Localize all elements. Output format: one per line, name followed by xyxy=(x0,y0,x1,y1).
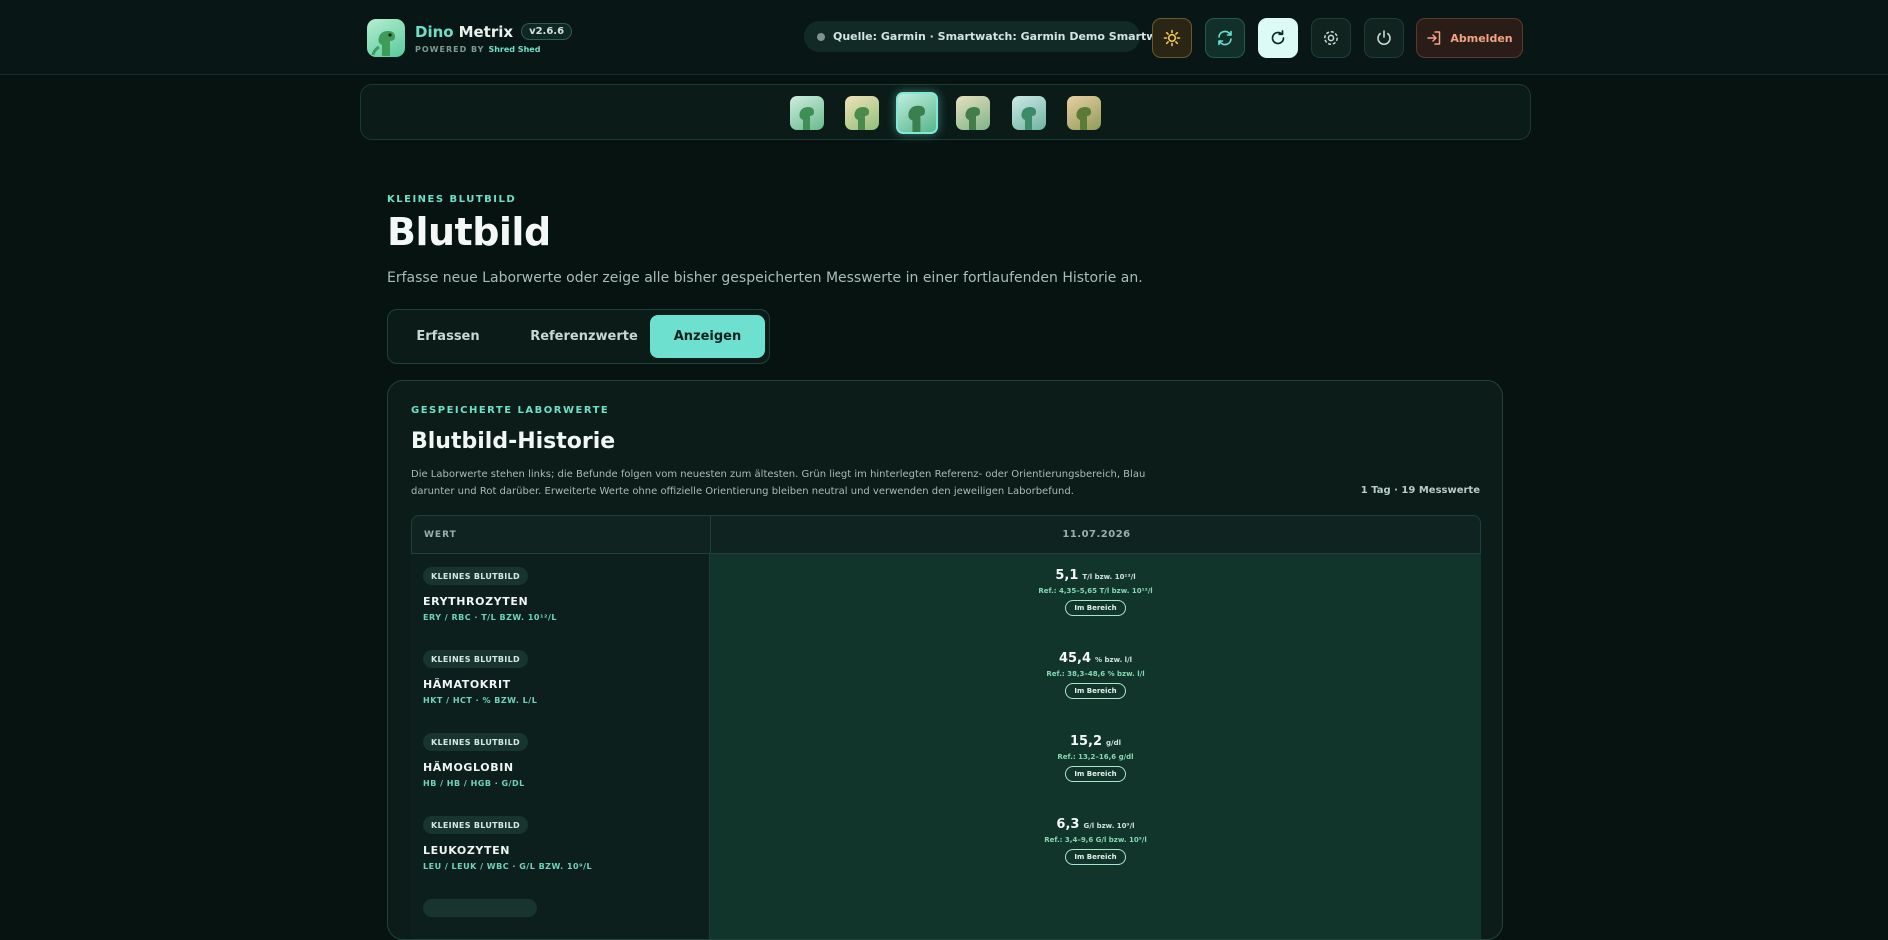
measurement-value: 15,2 xyxy=(1069,734,1103,749)
theme-toggle-button[interactable] xyxy=(1152,18,1192,58)
reference-range: Ref.: 4,35–5,65 T/l bzw. 10¹²/l xyxy=(1038,587,1153,595)
measurement-value: 5,1 xyxy=(1055,568,1079,583)
data-source-indicator: Quelle: Garmin · Smartwatch: Garmin Demo… xyxy=(804,21,1183,52)
page-title: Blutbild xyxy=(387,210,551,254)
tab-anzeigen[interactable]: Anzeigen xyxy=(650,315,765,358)
measurement-cell[interactable] xyxy=(709,886,1481,939)
reference-range: Ref.: 38,3–48,6 % bzw. l/l xyxy=(1046,670,1145,678)
tab-erfassen[interactable]: Erfassen xyxy=(408,315,488,358)
table-row[interactable] xyxy=(411,886,1481,939)
status-badge: Im Bereich xyxy=(1065,683,1126,699)
power-icon xyxy=(1377,30,1391,45)
version-badge: v2.6.6 xyxy=(521,23,573,40)
lab-value-name: ERYTHROZYTEN xyxy=(423,595,529,608)
logout-label: Abmelden xyxy=(1450,31,1513,45)
brand[interactable]: Dino Metrix v2.6.6 POWERED BY Shred Shed xyxy=(367,19,573,57)
dino-avatar-1-icon[interactable] xyxy=(790,96,824,130)
measurement-cell[interactable]: 5,1 T/l bzw. 10¹²/l Ref.: 4,35–5,65 T/l … xyxy=(709,554,1481,637)
column-header-date: 11.07.2026 xyxy=(710,516,1482,553)
sync-button[interactable] xyxy=(1205,18,1245,58)
dino-avatar-2-icon[interactable] xyxy=(845,96,879,130)
lab-value-name: LEUKOZYTEN xyxy=(423,844,511,857)
category-badge: KLEINES BLUTBILD xyxy=(423,567,528,585)
reload-icon xyxy=(1271,30,1285,45)
avatar-selector xyxy=(360,84,1531,140)
brand-name-dino: Dino xyxy=(415,22,454,41)
logout-button[interactable]: Abmelden xyxy=(1416,18,1523,58)
category-badge: KLEINES BLUTBILD xyxy=(423,816,528,834)
measurement-cell[interactable]: 45,4 % bzw. l/l Ref.: 38,3–48,6 % bzw. l… xyxy=(709,637,1481,720)
table-row[interactable]: KLEINES BLUTBILD HÄMOGLOBIN HB / HB / HG… xyxy=(411,720,1481,803)
table-header: WERT 11.07.2026 xyxy=(411,515,1481,554)
status-badge: Im Bereich xyxy=(1065,766,1126,782)
lab-value-name: HÄMATOKRIT xyxy=(423,678,511,691)
category-badge: KLEINES BLUTBILD xyxy=(423,733,528,751)
brand-name-metrix: Metrix xyxy=(458,22,514,41)
status-dot-icon xyxy=(817,32,825,41)
history-title: Blutbild-Historie xyxy=(411,429,616,454)
settings-button[interactable] xyxy=(1311,18,1351,58)
sync-icon xyxy=(1218,30,1232,46)
measurement-unit: G/l bzw. 10⁹/l xyxy=(1083,822,1135,830)
history-eyebrow: GESPEICHERTE LABORWERTE xyxy=(411,405,610,416)
reference-range: Ref.: 3,4–9,6 G/l bzw. 10⁹/l xyxy=(1044,836,1147,844)
sun-icon xyxy=(1163,29,1181,47)
powered-by-name: Shred Shed xyxy=(488,44,541,54)
table-row[interactable]: KLEINES BLUTBILD ERYTHROZYTEN ERY / RBC … xyxy=(411,554,1481,637)
history-count: 1 Tag · 19 Messwerte xyxy=(1360,485,1480,496)
history-card: GESPEICHERTE LABORWERTE Blutbild-Histori… xyxy=(387,380,1503,940)
measurement-value: 45,4 xyxy=(1058,651,1092,666)
dino-avatar-5-icon[interactable] xyxy=(1012,96,1046,130)
category-badge: KLEINES BLUTBILD xyxy=(423,650,528,668)
dino-avatar-4-icon[interactable] xyxy=(956,96,990,130)
measurement-unit: g/dl xyxy=(1106,739,1122,747)
lab-value-codes: LEU / LEUK / WBC · G/L BZW. 10⁹/L xyxy=(423,862,593,871)
measurement-unit: T/l bzw. 10¹²/l xyxy=(1082,573,1136,581)
reference-range: Ref.: 13,2–16,6 g/dl xyxy=(1057,753,1134,761)
data-source-text: Quelle: Garmin · Smartwatch: Garmin Demo… xyxy=(833,30,1184,43)
page-subtitle: Erfasse neue Laborwerte oder zeige alle … xyxy=(387,270,1143,286)
category-badge xyxy=(423,899,537,917)
lab-value-codes: HB / HB / HGB · G/DL xyxy=(423,779,525,788)
top-bar: Dino Metrix v2.6.6 POWERED BY Shred Shed … xyxy=(0,0,1888,75)
dino-avatar-3-icon[interactable] xyxy=(896,92,938,134)
lab-value-name: HÄMOGLOBIN xyxy=(423,761,514,774)
column-header-value: WERT xyxy=(424,530,457,540)
powered-by-label: POWERED BY xyxy=(415,44,485,54)
gear-icon xyxy=(1324,31,1338,45)
status-badge: Im Bereich xyxy=(1065,849,1126,865)
history-description: Die Laborwerte stehen links; die Befunde… xyxy=(411,469,1146,497)
reload-button[interactable] xyxy=(1258,18,1298,58)
table-row[interactable]: KLEINES BLUTBILD LEUKOZYTEN LEU / LEUK /… xyxy=(411,803,1481,886)
lab-history-table: WERT 11.07.2026 KLEINES BLUTBILD ERYTHRO… xyxy=(411,515,1481,939)
power-button[interactable] xyxy=(1364,18,1404,58)
lab-value-codes: HKT / HCT · % BZW. L/L xyxy=(423,696,538,705)
measurement-unit: % bzw. l/l xyxy=(1095,656,1133,664)
table-row[interactable]: KLEINES BLUTBILD HÄMATOKRIT HKT / HCT · … xyxy=(411,637,1481,720)
lab-value-codes: ERY / RBC · T/L BZW. 10¹²/L xyxy=(423,613,558,622)
tab-referenzwerte[interactable]: Referenzwerte xyxy=(512,315,656,358)
status-badge: Im Bereich xyxy=(1065,600,1126,616)
dino-logo-icon xyxy=(367,19,405,57)
measurement-cell[interactable]: 15,2 g/dl Ref.: 13,2–16,6 g/dl Im Bereic… xyxy=(709,720,1481,803)
dino-avatar-6-icon[interactable] xyxy=(1067,96,1101,130)
measurement-value: 6,3 xyxy=(1056,817,1080,832)
measurement-cell[interactable]: 6,3 G/l bzw. 10⁹/l Ref.: 3,4–9,6 G/l bzw… xyxy=(709,803,1481,886)
view-tabs: Erfassen Referenzwerte Anzeigen xyxy=(387,309,770,364)
logout-icon xyxy=(1427,31,1441,45)
page-eyebrow: KLEINES BLUTBILD xyxy=(387,194,517,205)
